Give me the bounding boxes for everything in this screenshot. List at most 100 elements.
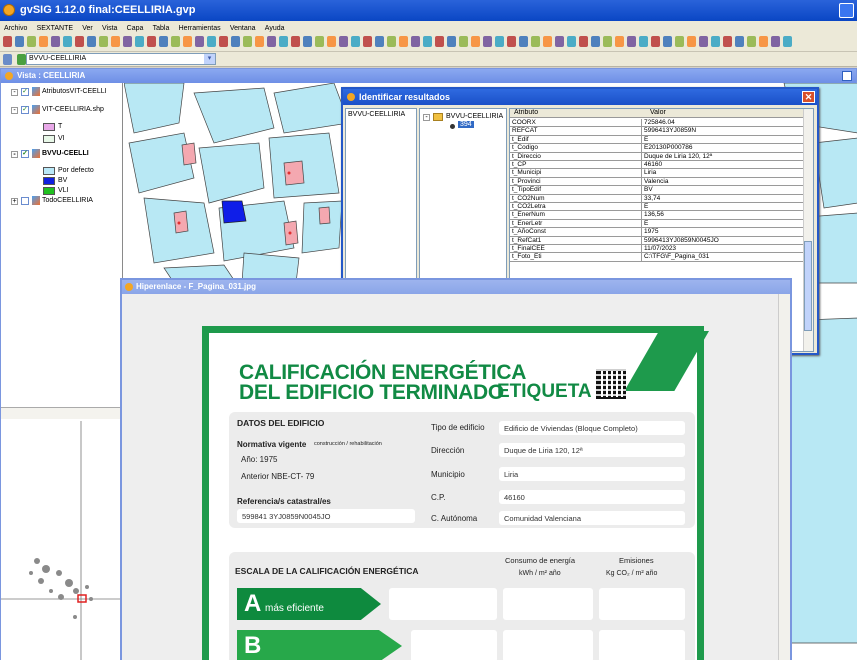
toolbar-tool-icon[interactable]	[111, 36, 120, 47]
menu-sextante[interactable]: SEXTANTE	[37, 25, 73, 32]
toolbar-tool-icon[interactable]	[567, 36, 576, 47]
collapse-icon[interactable]: -	[11, 151, 18, 158]
toolbar-tool-icon[interactable]	[531, 36, 540, 47]
toolbar-tool-icon[interactable]	[207, 36, 216, 47]
toolbar-tool-icon[interactable]	[687, 36, 696, 47]
toolbar-tool-icon[interactable]	[255, 36, 264, 47]
expand-icon[interactable]: +	[11, 198, 18, 205]
toolbar-tool-icon[interactable]	[615, 36, 624, 47]
toolbar-tool-icon[interactable]	[435, 36, 444, 47]
grid-row[interactable]: t_CO2Num 33,74	[510, 194, 803, 203]
toolbar-tool-icon[interactable]	[471, 36, 480, 47]
toolbar-tool-icon[interactable]	[351, 36, 360, 47]
toolbar-tool-icon[interactable]	[267, 36, 276, 47]
layer-checkbox[interactable]: ✓	[21, 150, 29, 158]
collapse-icon[interactable]: -	[11, 89, 18, 96]
toolbar-tool-icon[interactable]	[315, 36, 324, 47]
toolbar-tool-icon[interactable]	[291, 36, 300, 47]
toolbar-tool-icon[interactable]	[591, 36, 600, 47]
grid-row[interactable]: COORX 725846.04	[510, 119, 803, 128]
hyperlink-vertical-scrollbar[interactable]	[778, 294, 790, 660]
toolbar-tool-icon[interactable]	[75, 36, 84, 47]
layer-checkbox[interactable]: ✓	[21, 106, 29, 114]
grid-row[interactable]: t_TipoEdif BV	[510, 186, 803, 195]
grid-row[interactable]: t_Direccio Duque de Liria 120, 12ª	[510, 152, 803, 161]
grid-row[interactable]: t_Edif E	[510, 135, 803, 145]
toolbar-tool-icon[interactable]	[339, 36, 348, 47]
grid-row[interactable]: t_Municipi Liria	[510, 169, 803, 178]
toolbar-tool-icon[interactable]	[3, 36, 12, 47]
toolbar-tool-icon[interactable]	[543, 36, 552, 47]
toolbar-tool-icon[interactable]	[363, 36, 372, 47]
grid-row[interactable]: t_Provinci Valencia	[510, 177, 803, 187]
grid-row[interactable]: t_RefCat1 5996413YJ0859N0045JO	[510, 236, 803, 245]
toolbar-tool-icon[interactable]	[183, 36, 192, 47]
toolbar-tool-icon[interactable]	[123, 36, 132, 47]
toolbar-tool-icon[interactable]	[759, 36, 768, 47]
toolbar-tool-icon[interactable]	[447, 36, 456, 47]
menu-ayuda[interactable]: Ayuda	[265, 25, 285, 32]
menu-tabla[interactable]: Tabla	[153, 25, 170, 32]
toolbar-tool-icon[interactable]	[519, 36, 528, 47]
toolbar-tool-icon[interactable]	[243, 36, 252, 47]
toc-horizontal-scrollbar[interactable]	[1, 407, 123, 419]
toolbar-tool-icon[interactable]	[327, 36, 336, 47]
toolbar-tool-icon[interactable]	[87, 36, 96, 47]
toolbar-tool-icon[interactable]	[51, 36, 60, 47]
toolbar-tool-icon[interactable]	[603, 36, 612, 47]
toolbar-tool-icon[interactable]	[639, 36, 648, 47]
toolbar-tool-icon[interactable]	[399, 36, 408, 47]
toolbar-tool-icon[interactable]	[303, 36, 312, 47]
grid-scrollbar-thumb[interactable]	[804, 241, 812, 331]
toolbar-tool-icon[interactable]	[459, 36, 468, 47]
toolbar-tool-icon[interactable]	[663, 36, 672, 47]
layer-checkbox[interactable]	[21, 197, 29, 205]
locator-map[interactable]	[1, 421, 123, 660]
toolbar-tool-icon[interactable]	[747, 36, 756, 47]
toolbar-tool-icon[interactable]	[15, 36, 24, 47]
view-maximize-button[interactable]	[842, 71, 852, 81]
chevron-down-icon[interactable]: ▾	[204, 54, 215, 64]
toolbar-tool-icon[interactable]	[711, 36, 720, 47]
menu-capa[interactable]: Capa	[127, 25, 144, 32]
toolbar-tool-icon[interactable]	[63, 36, 72, 47]
toolbar-tool-icon[interactable]	[579, 36, 588, 47]
column-header-attribute[interactable]: Atributo	[514, 109, 538, 116]
toolbar-tool-icon[interactable]	[771, 36, 780, 47]
identify-layer-item[interactable]: BVVU-CEELLIRIA	[348, 111, 405, 118]
toolbar-tool-icon[interactable]	[219, 36, 228, 47]
close-icon[interactable]: ✕	[802, 91, 815, 103]
grid-row[interactable]: t_EnerNum 136,56	[510, 211, 803, 220]
toolbar-tool-icon[interactable]	[555, 36, 564, 47]
toolbar-tool-icon[interactable]	[195, 36, 204, 47]
toolbar-tool-icon[interactable]	[483, 36, 492, 47]
toolbar-tool-icon[interactable]	[735, 36, 744, 47]
toolbar-tool-icon[interactable]	[99, 36, 108, 47]
menu-archivo[interactable]: Archivo	[4, 25, 27, 32]
toolbar-tool-icon[interactable]	[279, 36, 288, 47]
collapse-icon[interactable]: -	[423, 114, 430, 121]
grid-row[interactable]: t_EnerLetr E	[510, 219, 803, 229]
toolbar-tool-icon[interactable]	[723, 36, 732, 47]
toolbar-tool-icon[interactable]	[159, 36, 168, 47]
grid-row[interactable]: t_AñoConst 1975	[510, 228, 803, 237]
toolbar-tool-icon[interactable]	[495, 36, 504, 47]
column-header-value[interactable]: Valor	[650, 109, 666, 116]
toolbar-tool-icon[interactable]	[651, 36, 660, 47]
grid-row[interactable]: t_CP 46160	[510, 161, 803, 170]
menu-herramientas[interactable]: Herramientas	[179, 25, 221, 32]
grid-row[interactable]: t_CO2Letra E	[510, 203, 803, 212]
layer-edit-icon[interactable]	[3, 54, 12, 65]
menu-ventana[interactable]: Ventana	[230, 25, 256, 32]
layer-select-dropdown[interactable]: BVVU-CEELLIRIA ▾	[26, 53, 216, 65]
menu-vista[interactable]: Vista	[102, 25, 117, 32]
toolbar-tool-icon[interactable]	[423, 36, 432, 47]
grid-row[interactable]: t_FinalCEE 11/07/2023	[510, 245, 803, 254]
layer-checkbox[interactable]: ✓	[21, 88, 29, 96]
toolbar-tool-icon[interactable]	[387, 36, 396, 47]
toolbar-tool-icon[interactable]	[507, 36, 516, 47]
toolbar-tool-icon[interactable]	[147, 36, 156, 47]
menu-ver[interactable]: Ver	[82, 25, 93, 32]
toolbar-tool-icon[interactable]	[411, 36, 420, 47]
toolbar-tool-icon[interactable]	[135, 36, 144, 47]
